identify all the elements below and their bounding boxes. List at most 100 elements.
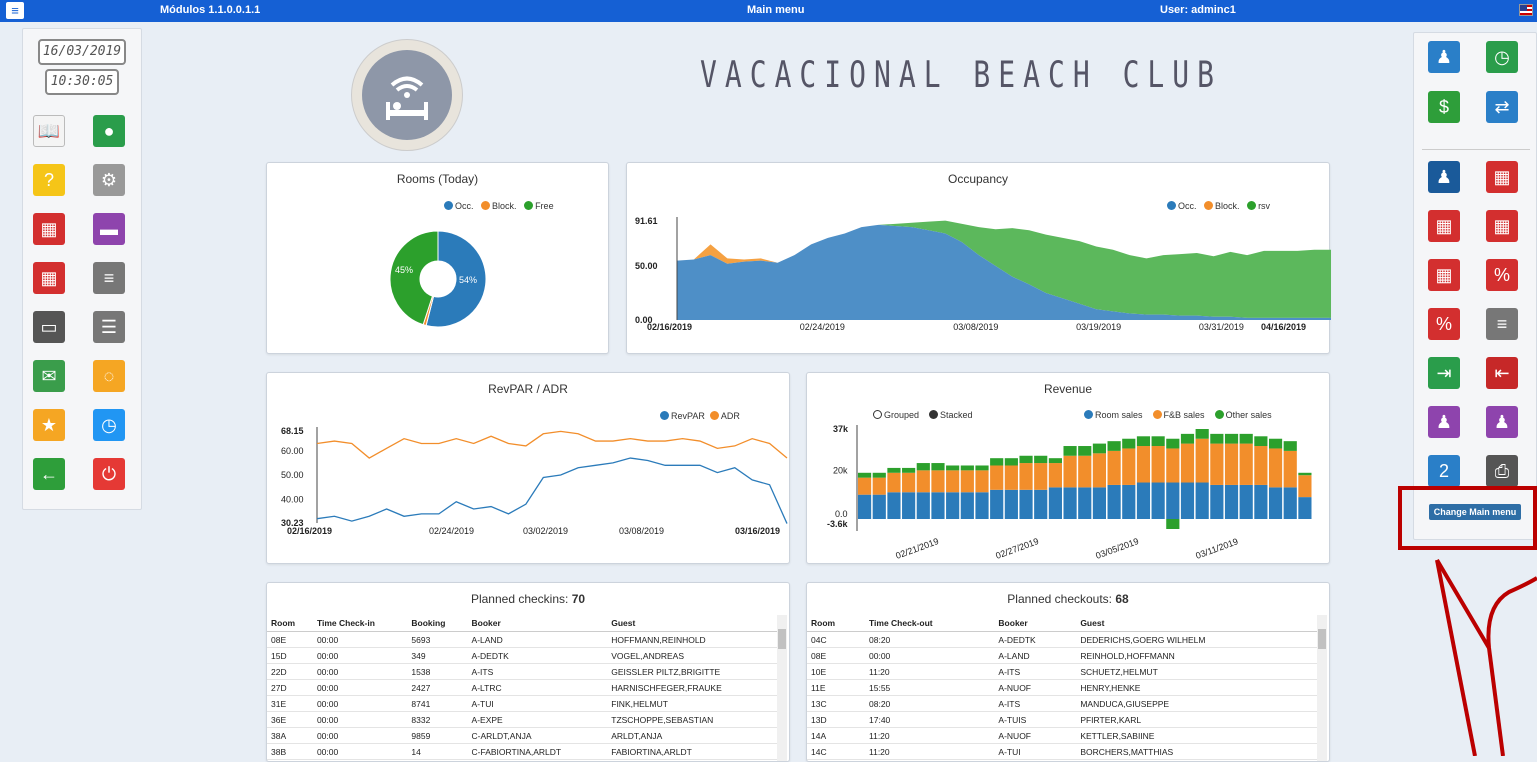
mail-open-icon[interactable]: ✉ bbox=[33, 360, 65, 392]
column-header[interactable]: Room bbox=[807, 615, 865, 632]
checkout-row[interactable]: 14A 11:20 A-NUOF KETTLER,SABIINE bbox=[807, 727, 1317, 744]
column-header[interactable]: Booker bbox=[467, 615, 608, 632]
calendar-edit-icon[interactable]: ▦ bbox=[1428, 210, 1460, 242]
revenue-bar bbox=[1034, 455, 1048, 464]
flag-uk-icon[interactable] bbox=[1519, 4, 1533, 16]
revenue-bar bbox=[946, 492, 960, 519]
checkout-row[interactable]: 11E 15:55 A-NUOF HENRY,HENKE bbox=[807, 679, 1317, 696]
checkins-title: Planned checkins: 70 bbox=[470, 592, 586, 606]
calendar-grid-icon[interactable]: ▦ bbox=[1486, 161, 1518, 193]
revenue-bar bbox=[1092, 487, 1107, 519]
revenue-bar bbox=[1268, 438, 1283, 449]
checkout-row[interactable]: 04C 08:20 A-DEDTK DEDERICHS,GOERG WILHELM bbox=[807, 631, 1317, 648]
column-header[interactable]: Time Check-in bbox=[312, 615, 408, 632]
table-cell: 08:20 bbox=[865, 695, 995, 712]
table-cell: A-ITS bbox=[994, 695, 1077, 712]
table-cell: 08E bbox=[807, 647, 865, 664]
bed-icon[interactable]: ▬ bbox=[93, 213, 125, 245]
checkin-row[interactable]: 36E 00:00 8332 A-EXPE TZSCHOPPE,SEBASTIAN bbox=[267, 711, 777, 728]
back-arrow-icon[interactable]: ← bbox=[33, 458, 65, 490]
revenue-bar bbox=[1034, 463, 1048, 490]
calendar-percent-icon[interactable]: % bbox=[1486, 259, 1518, 291]
clock-arrow-icon[interactable]: ◷ bbox=[1486, 41, 1518, 73]
table-cell: 00:00 bbox=[312, 711, 408, 728]
table-cell: 04C bbox=[807, 631, 865, 648]
table-cell: 00:00 bbox=[865, 647, 995, 664]
checkouts-scrollbar[interactable] bbox=[1317, 615, 1327, 761]
revenue-bar bbox=[1210, 484, 1224, 519]
calendar-pencil-icon[interactable]: ▦ bbox=[1428, 259, 1460, 291]
user-search-icon[interactable]: ♟ bbox=[1428, 406, 1460, 438]
transfer-icon[interactable]: ⇄ bbox=[1486, 91, 1518, 123]
checkout-row[interactable]: 10E 11:20 A-ITS SCHUETZ,HELMUT bbox=[807, 663, 1317, 680]
revenue-bar bbox=[1019, 489, 1033, 519]
revenue-bar bbox=[1136, 446, 1151, 483]
revenue-bar bbox=[1107, 441, 1121, 451]
checkin-row[interactable]: 15D 00:00 349 A-DEDTK VOGEL,ANDREAS bbox=[267, 647, 777, 664]
revenue-bar bbox=[990, 489, 1004, 519]
star-icon[interactable]: ★ bbox=[33, 409, 65, 441]
checkout-icon[interactable]: ⇤ bbox=[1486, 357, 1518, 389]
hamburger-menu-icon[interactable]: ≡ bbox=[6, 2, 24, 19]
checkout-row[interactable]: 14C 11:20 A-TUI BORCHERS,MATTHIAS bbox=[807, 743, 1317, 760]
revenue-bar bbox=[1063, 446, 1077, 456]
column-header[interactable]: Time Check-out bbox=[865, 615, 995, 632]
user-money-icon[interactable]: ♟ bbox=[1486, 406, 1518, 438]
column-header[interactable]: Guest bbox=[607, 615, 777, 632]
globe-icon[interactable]: ● bbox=[93, 115, 125, 147]
checkins-scrollbar[interactable] bbox=[777, 615, 787, 761]
power-icon[interactable]: ⏻ bbox=[93, 458, 125, 490]
chat-icon[interactable]: ▭ bbox=[33, 311, 65, 343]
revenue-bar bbox=[946, 470, 960, 493]
revenue-bar bbox=[1151, 446, 1165, 483]
date-display: 16/03/2019 bbox=[38, 39, 126, 65]
list-search-icon[interactable]: ☰ bbox=[93, 311, 125, 343]
folder-help-icon[interactable]: ? bbox=[33, 164, 65, 196]
ruler-number-icon[interactable]: 2 bbox=[1428, 455, 1460, 487]
revenue-bar bbox=[990, 465, 1004, 490]
checkin-row[interactable]: 38A 00:00 9859 C-ARLDT,ANJA ARLDT,ANJA bbox=[267, 727, 777, 744]
revenue-card: Revenue Grouped Stacked Room sales F&B s… bbox=[806, 372, 1330, 564]
revenue-bar bbox=[887, 472, 901, 493]
chart-percent-icon[interactable]: % bbox=[1428, 308, 1460, 340]
checkins-table: Room Time Check-in Booking Booker Guest 08E 00… bbox=[267, 615, 777, 760]
module-version: Módulos 1.1.0.0.1.1 bbox=[160, 4, 261, 16]
series-line bbox=[316, 430, 788, 459]
table-cell: 1538 bbox=[407, 663, 468, 680]
checkin-row[interactable]: 31E 00:00 8741 A-TUI FINK,HELMUT bbox=[267, 695, 777, 712]
checkin-row[interactable]: 22D 00:00 1538 A-ITS GEISSLER PILTZ,BRIGITTE bbox=[267, 663, 777, 680]
y-tick-label: 60.00 bbox=[281, 446, 304, 456]
calendar-pen-icon[interactable]: ▦ bbox=[1486, 210, 1518, 242]
revenue-bar bbox=[1180, 482, 1195, 519]
column-header[interactable]: Booking bbox=[407, 615, 468, 632]
x-tick-label: 02/24/2019 bbox=[800, 322, 845, 332]
x-tick-label: 02/21/2019 bbox=[894, 536, 940, 561]
revenue-bar bbox=[1136, 436, 1151, 447]
checkout-row[interactable]: 13D 17:40 A-TUIS PFIRTER,KARL bbox=[807, 711, 1317, 728]
calendar-cancel-icon[interactable]: ▦ bbox=[33, 213, 65, 245]
money-icon[interactable]: $ bbox=[1428, 91, 1460, 123]
checkout-row[interactable]: 08E 00:00 A-LAND REINHOLD,HOFFMANN bbox=[807, 647, 1317, 664]
list-add-icon[interactable]: ≡ bbox=[1486, 308, 1518, 340]
column-header[interactable]: Booker bbox=[994, 615, 1077, 632]
checkin-row[interactable]: 08E 00:00 5693 A-LAND HOFFMANN,REINHOLD bbox=[267, 631, 777, 648]
checkout-row[interactable]: 13C 08:20 A-ITS MANDUCA,GIUSEPPE bbox=[807, 695, 1317, 712]
table-cell: HARNISCHFEGER,FRAUKE bbox=[607, 679, 777, 696]
list-icon[interactable]: ≡ bbox=[93, 262, 125, 294]
gears-icon[interactable]: ⚙ bbox=[93, 164, 125, 196]
checkin-row[interactable]: 27D 00:00 2427 A-LTRC HARNISCHFEGER,FRAUKE bbox=[267, 679, 777, 696]
checkin-row[interactable]: 38B 00:00 14 C-FABIORTINA,ARLDT FABIORTINA,A… bbox=[267, 743, 777, 760]
column-header[interactable]: Room bbox=[267, 615, 313, 632]
user-edit-icon[interactable]: ♟ bbox=[1428, 41, 1460, 73]
calendar-p-icon[interactable]: ▦ bbox=[33, 262, 65, 294]
column-header[interactable]: Guest bbox=[1076, 615, 1317, 632]
revenue-bar bbox=[1122, 448, 1136, 485]
clock-icon[interactable]: ◷ bbox=[93, 409, 125, 441]
guests-icon[interactable]: ♟ bbox=[1428, 161, 1460, 193]
revenue-bar bbox=[1166, 438, 1180, 449]
printer-icon[interactable]: ⎙ bbox=[1486, 455, 1518, 487]
table-cell: HOFFMANN,REINHOLD bbox=[607, 631, 777, 648]
sms-icon[interactable]: ◌ bbox=[93, 360, 125, 392]
checkin-icon[interactable]: ⇥ bbox=[1428, 357, 1460, 389]
book-search-icon[interactable]: 📖 bbox=[33, 115, 65, 147]
